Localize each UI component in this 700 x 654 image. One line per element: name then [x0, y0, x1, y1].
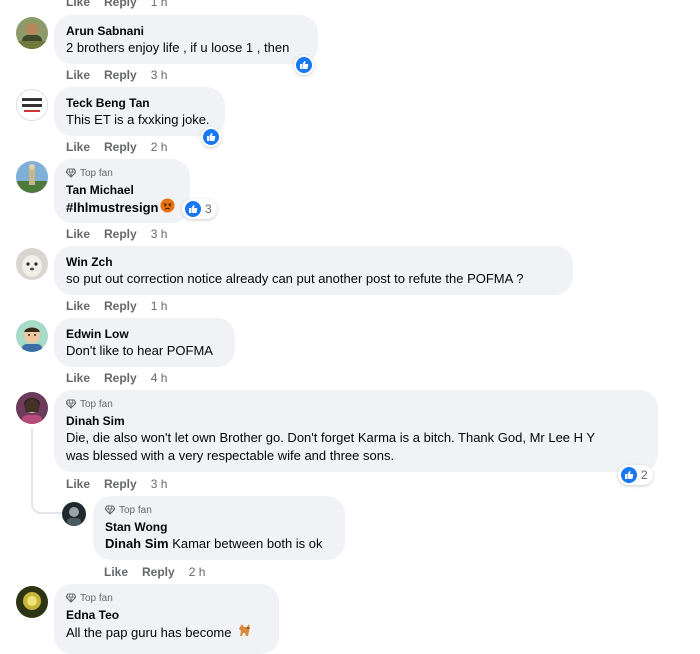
- top-fan-badge: Top fan: [66, 591, 267, 605]
- thumbs-up-icon: [296, 57, 312, 73]
- mention-link[interactable]: Dinah Sim: [105, 536, 169, 551]
- commenter-name[interactable]: Dinah Sim: [66, 413, 646, 429]
- comment-text: 2 brothers enjoy life , if u loose 1 , t…: [66, 40, 290, 55]
- commenter-name[interactable]: Teck Beng Tan: [66, 95, 213, 111]
- comment-time[interactable]: 2 h: [151, 140, 168, 154]
- actions-row: Like Reply 3 h: [66, 226, 167, 242]
- reply-action[interactable]: Reply: [104, 68, 137, 82]
- comment-text-line: Die, die also won't let own Brother go. …: [66, 430, 596, 445]
- actions-row: Like Reply 1 h: [66, 298, 167, 314]
- avatar[interactable]: [16, 248, 48, 280]
- comment-text: All the pap guru has become: [66, 624, 232, 640]
- angry-face-icon: [160, 198, 175, 218]
- avatar[interactable]: [16, 392, 48, 424]
- comment-text: Kamar between both is ok: [172, 536, 323, 551]
- actions-row: Like Reply 3 h: [66, 476, 167, 492]
- reaction-badge[interactable]: 3: [182, 199, 217, 219]
- actions-row: Like Reply 2 h: [66, 139, 167, 155]
- comment-bubble: Edwin Low Don't like to hear POFMA: [54, 318, 235, 367]
- commenter-name[interactable]: Arun Sabnani: [66, 23, 306, 39]
- like-action[interactable]: Like: [66, 477, 90, 491]
- top-fan-label: Top fan: [119, 504, 152, 516]
- comment-text: so put out correction notice already can…: [66, 271, 524, 286]
- like-action[interactable]: Like: [66, 227, 90, 241]
- top-fan-badge: Top fan: [105, 503, 333, 517]
- comment-bubble: Top fan Edna Teo All the pap guru has be…: [54, 584, 279, 654]
- commenter-name[interactable]: Edna Teo: [66, 607, 267, 623]
- comment-time[interactable]: 3 h: [151, 227, 168, 241]
- reaction-count: 2: [641, 468, 648, 482]
- comment-time[interactable]: 4 h: [151, 371, 168, 385]
- avatar[interactable]: [16, 17, 48, 49]
- thumbs-up-icon: [621, 467, 637, 483]
- comment-time[interactable]: 1 h: [151, 0, 168, 9]
- avatar[interactable]: [16, 89, 48, 121]
- thumbs-up-icon: [203, 129, 219, 145]
- top-fan-badge: Top fan: [66, 397, 646, 411]
- commenter-name[interactable]: Tan Michael: [66, 182, 178, 198]
- like-action[interactable]: Like: [104, 565, 128, 579]
- dog-emoji: [237, 623, 253, 642]
- comment-text: Don't like to hear POFMA: [66, 343, 213, 358]
- avatar[interactable]: [62, 502, 86, 526]
- comment-text-row: All the pap guru has become: [66, 623, 267, 642]
- diamond-icon: [66, 168, 76, 178]
- reply-action[interactable]: Reply: [104, 140, 137, 154]
- reaction-count: 3: [205, 202, 212, 216]
- reply-action[interactable]: Reply: [104, 0, 137, 9]
- avatar[interactable]: [16, 161, 48, 193]
- comment-text-row: #lhlmustresign: [66, 198, 178, 218]
- actions-row: Like Reply 3 h: [66, 67, 167, 83]
- top-fan-badge: Top fan: [66, 166, 178, 180]
- reply-action[interactable]: Reply: [142, 565, 175, 579]
- comment-text-line: was blessed with a very respectable wife…: [66, 448, 395, 463]
- comment-bubble: Win Zch so put out correction notice alr…: [54, 246, 573, 295]
- top-fan-label: Top fan: [80, 398, 113, 410]
- reaction-badge[interactable]: 2: [618, 465, 653, 485]
- actions-row: Like Reply 2 h: [104, 564, 205, 580]
- commenter-name[interactable]: Win Zch: [66, 254, 561, 270]
- commenter-name[interactable]: Stan Wong: [105, 519, 333, 535]
- comment-bubble: Top fan Dinah Sim Die, die also won't le…: [54, 390, 658, 472]
- like-action[interactable]: Like: [66, 371, 90, 385]
- like-action[interactable]: Like: [66, 140, 90, 154]
- reply-action[interactable]: Reply: [104, 371, 137, 385]
- comment-text: This ET is a fxxking joke.: [66, 112, 210, 127]
- avatar[interactable]: [16, 586, 48, 618]
- thumbs-up-icon: [185, 201, 201, 217]
- diamond-icon: [66, 399, 76, 409]
- reply-bubble: Top fan Stan Wong Dinah Sim Kamar betwee…: [93, 496, 345, 560]
- comment-time[interactable]: 2 h: [189, 565, 206, 579]
- reply-action[interactable]: Reply: [104, 477, 137, 491]
- comment-time[interactable]: 3 h: [151, 477, 168, 491]
- top-fan-label: Top fan: [80, 592, 113, 604]
- actions-row: Like Reply 4 h: [66, 370, 167, 386]
- reply-action[interactable]: Reply: [104, 227, 137, 241]
- comment-time[interactable]: 1 h: [151, 299, 168, 313]
- diamond-icon: [66, 593, 76, 603]
- diamond-icon: [105, 505, 115, 515]
- comment-bubble: Arun Sabnani 2 brothers enjoy life , if …: [54, 15, 318, 64]
- like-action[interactable]: Like: [66, 68, 90, 82]
- commenter-name[interactable]: Edwin Low: [66, 326, 223, 342]
- reaction-badge[interactable]: [294, 55, 314, 75]
- like-action[interactable]: Like: [66, 0, 90, 9]
- comment-time[interactable]: 3 h: [151, 68, 168, 82]
- like-action[interactable]: Like: [66, 299, 90, 313]
- top-fan-label: Top fan: [80, 167, 113, 179]
- avatar[interactable]: [16, 320, 48, 352]
- hashtag-link[interactable]: #lhlmustresign: [66, 199, 158, 217]
- actions-row-prev: Like Reply 1 h: [66, 0, 167, 10]
- comment-bubble: Teck Beng Tan This ET is a fxxking joke.: [54, 87, 225, 136]
- comment-bubble: Top fan Tan Michael #lhlmustresign: [54, 159, 190, 223]
- comment-text-row: Dinah Sim Kamar between both is ok: [105, 535, 333, 553]
- reply-action[interactable]: Reply: [104, 299, 137, 313]
- reaction-badge[interactable]: [201, 127, 221, 147]
